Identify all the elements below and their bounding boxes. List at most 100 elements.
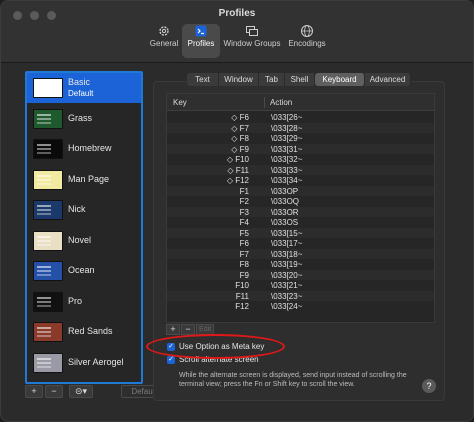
profile-item-basic[interactable]: Basic Default (27, 73, 141, 103)
table-row[interactable]: F10 \033[21~ (167, 280, 434, 291)
profile-thumbnail (33, 139, 63, 159)
action-cell: \033OR (271, 207, 299, 217)
tab-tab[interactable]: Tab (259, 73, 285, 86)
key-cell: F12 (235, 302, 249, 311)
alternate-screen-help-text: While the alternate screen is displayed,… (179, 372, 407, 388)
profile-item-novel[interactable]: Novel (27, 226, 141, 256)
key-mapping-table[interactable]: Key Action ◇ F6 \033[26~ ◇ F7 \033[28~ ◇ F8 \… (166, 93, 435, 323)
action-cell: \033OP (271, 186, 299, 196)
action-cell: \033[28~ (271, 123, 303, 133)
key-cell: ◇ F12 (226, 176, 249, 185)
toolbar-encodings-label: Encodings (288, 39, 326, 48)
window-groups-icon (246, 26, 258, 36)
toolbar-general[interactable]: General (147, 24, 181, 58)
toolbar-window-groups-label: Window Groups (223, 39, 281, 48)
profile-name: Grass (68, 112, 93, 123)
key-column-header[interactable]: Key (173, 98, 187, 107)
tab-keyboard[interactable]: Keyboard (315, 73, 365, 86)
action-column-header[interactable]: Action (270, 98, 292, 107)
table-row[interactable]: F6 \033[17~ (167, 238, 434, 249)
table-row[interactable]: F3 \033OR (167, 206, 434, 217)
key-cell: F8 (239, 260, 249, 269)
table-row[interactable]: F7 \033[18~ (167, 248, 434, 259)
action-cell: \033[19~ (271, 260, 303, 269)
profile-item-man-page[interactable]: Man Page (27, 165, 141, 195)
action-cell: \033[26~ (271, 113, 303, 122)
table-row[interactable]: F8 \033[19~ (167, 259, 434, 270)
profile-thumbnail (33, 291, 63, 312)
action-cell: \033OS (271, 218, 299, 227)
table-row[interactable]: ◇ F9 \033[31~ (167, 143, 434, 154)
toolbar-profiles[interactable]: Profiles (182, 24, 220, 58)
action-cell: \033[31~ (271, 144, 303, 154)
profile-item-red-sands[interactable]: Red Sands (27, 317, 141, 347)
key-cell: F3 (239, 207, 249, 217)
profile-thumbnail (33, 261, 63, 281)
add-profile-button[interactable]: + (25, 385, 43, 398)
profile-item-silver-aerogel[interactable]: Silver Aerogel (27, 348, 141, 378)
tab-shell[interactable]: Shell (285, 73, 315, 86)
key-cell: ◇ F7 (231, 123, 249, 133)
profile-thumbnail (33, 230, 63, 251)
profiles-icon (195, 25, 207, 37)
profile-list[interactable]: Basic Default Grass Homebrew Man Page Ni… (25, 71, 143, 384)
tab-advanced[interactable]: Advanced (365, 73, 411, 86)
table-row[interactable]: F4 \033OS (167, 217, 434, 228)
table-rows: ◇ F6 \033[26~ ◇ F7 \033[28~ ◇ F8 \033[29~ ◇ F9… (167, 112, 434, 312)
window-title: Profiles (218, 8, 256, 19)
toolbar-window-groups[interactable]: Window Groups (223, 24, 281, 58)
action-cell: \033[33~ (271, 165, 303, 175)
toolbar-encodings[interactable]: Encodings (286, 24, 328, 58)
key-cell: F2 (239, 197, 249, 206)
alternate-screen-checkbox[interactable]: ✓ (167, 356, 175, 364)
action-cell: \033[24~ (271, 302, 303, 311)
table-row[interactable]: F9 \033[20~ (167, 269, 434, 280)
key-cell: ◇ F8 (231, 134, 249, 143)
key-cell: F11 (235, 291, 249, 301)
table-row[interactable]: F2 \033OQ (167, 196, 434, 207)
profile-item-ocean[interactable]: Ocean (27, 256, 141, 286)
profile-thumbnail (33, 352, 63, 373)
key-cell: ◇ F11 (227, 165, 249, 175)
profile-name: Man Page (68, 173, 110, 184)
profile-item-pro[interactable]: Pro (27, 287, 141, 317)
add-key-mapping-button[interactable]: + (166, 324, 180, 335)
tab-text[interactable]: Text (187, 73, 219, 86)
table-row[interactable]: F5 \033[15~ (167, 227, 434, 238)
profile-thumbnail (33, 78, 63, 98)
key-cell: F4 (239, 218, 249, 227)
profile-item-grass[interactable]: Grass (27, 104, 141, 134)
profile-item-homebrew[interactable]: Homebrew (27, 134, 141, 164)
profile-name: Silver Aerogel (68, 356, 124, 367)
key-cell: F7 (239, 249, 249, 259)
action-cell: \033[32~ (271, 155, 303, 164)
action-cell: \033[29~ (271, 134, 303, 143)
table-row[interactable]: ◇ F7 \033[28~ (167, 122, 434, 133)
globe-icon (301, 25, 313, 37)
profile-name: Nick (68, 204, 86, 214)
profile-thumbnail (33, 108, 63, 129)
toolbar-profiles-label: Profiles (187, 39, 215, 48)
remove-key-mapping-button[interactable]: − (181, 324, 195, 335)
action-cell: \033[23~ (271, 291, 303, 301)
profile-item-nick[interactable]: Nick (27, 195, 141, 225)
table-row[interactable]: ◇ F8 \033[29~ (167, 133, 434, 144)
table-row[interactable]: ◇ F11 \033[33~ (167, 164, 434, 175)
table-row[interactable]: ◇ F10 \033[32~ (167, 154, 434, 165)
key-cell: F9 (239, 270, 249, 280)
gear-icon (159, 26, 169, 36)
table-row[interactable]: ◇ F6 \033[26~ (167, 112, 434, 123)
titlebar: Profiles General Profiles Window Groups … (1, 1, 473, 63)
table-row[interactable]: ◇ F12 \033[34~ (167, 175, 434, 186)
help-button[interactable]: ? (422, 379, 436, 393)
key-cell: F10 (235, 281, 249, 290)
remove-profile-button[interactable]: − (45, 385, 63, 398)
table-row[interactable]: F11 \033[23~ (167, 290, 434, 301)
profile-thumbnail (33, 200, 63, 220)
profile-actions-menu[interactable]: ⊝▾ (69, 385, 93, 398)
tab-window[interactable]: Window (219, 73, 259, 86)
profile-name: Novel (68, 234, 92, 245)
table-row[interactable]: F1 \033OP (167, 185, 434, 196)
table-row[interactable]: F12 \033[24~ (167, 301, 434, 312)
profile-thumbnail (33, 169, 63, 190)
